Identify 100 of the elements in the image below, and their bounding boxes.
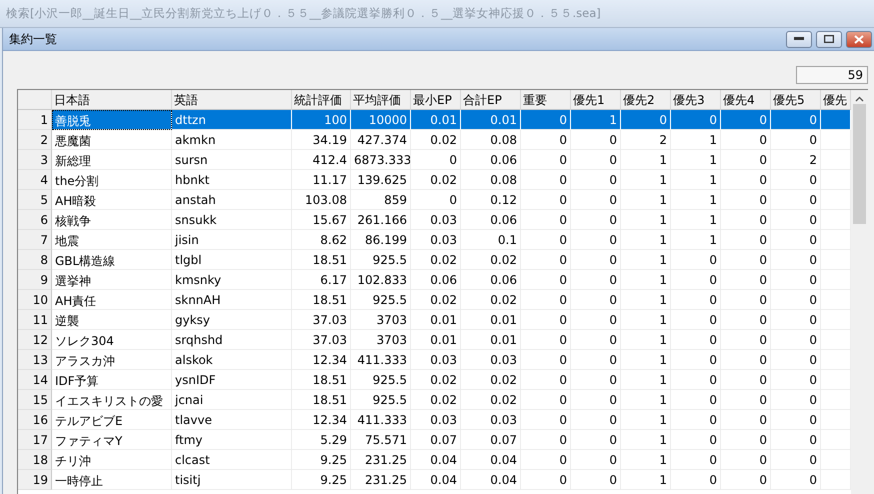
minimize-button[interactable] xyxy=(786,30,812,48)
row-header[interactable]: 6 xyxy=(18,210,52,230)
table-cell: 0 xyxy=(721,330,771,350)
table-cell: 0.07 xyxy=(461,430,521,450)
close-button[interactable] xyxy=(846,30,872,48)
table-cell: 1 xyxy=(621,310,671,330)
table-cell: 0 xyxy=(671,450,721,470)
row-header[interactable]: 16 xyxy=(18,410,52,430)
column-header[interactable]: 優先4 xyxy=(721,90,771,110)
count-field[interactable]: 59 xyxy=(796,66,868,84)
table-cell: 0 xyxy=(671,390,721,410)
maximize-icon xyxy=(824,35,834,43)
vertical-scrollbar[interactable] xyxy=(851,90,868,494)
row-header[interactable]: 19 xyxy=(18,470,52,490)
table-cell: ファティマY xyxy=(52,430,172,450)
table-cell: 0 xyxy=(571,230,621,250)
table-cell: イエスキリストの愛 xyxy=(52,390,172,410)
row-header[interactable]: 17 xyxy=(18,430,52,450)
scroll-thumb[interactable] xyxy=(853,104,866,224)
table-cell: 逆襲 xyxy=(52,310,172,330)
table-cell: 0 xyxy=(721,210,771,230)
row-header[interactable]: 12 xyxy=(18,330,52,350)
table-cell: 15.67 xyxy=(292,210,351,230)
column-header[interactable]: 優先2 xyxy=(621,90,671,110)
column-header[interactable]: 重要 xyxy=(521,90,571,110)
table-cell: 0 xyxy=(521,130,571,150)
table-cell: 102.833 xyxy=(351,270,411,290)
table-cell: 2 xyxy=(621,130,671,150)
table-cell: 0 xyxy=(721,410,771,430)
table-cell: 0.02 xyxy=(411,290,461,310)
table-cell: 0 xyxy=(771,350,821,370)
table-cell: 1 xyxy=(671,170,721,190)
column-header[interactable]: 優先5 xyxy=(771,90,821,110)
close-icon xyxy=(854,34,864,44)
row-header[interactable]: 14 xyxy=(18,370,52,390)
column-header[interactable]: 日本語 xyxy=(52,90,172,110)
row-header[interactable]: 8 xyxy=(18,250,52,270)
column-header[interactable]: 優先3 xyxy=(671,90,721,110)
table-cell: 0 xyxy=(721,250,771,270)
table-cell: 1 xyxy=(621,170,671,190)
maximize-button[interactable] xyxy=(816,30,842,48)
table-cell: 0 xyxy=(671,250,721,270)
row-header[interactable]: 2 xyxy=(18,130,52,150)
table-cell: 427.374 xyxy=(351,130,411,150)
table-cell: the分割 xyxy=(52,170,172,190)
table-cell: 0 xyxy=(521,170,571,190)
table-cell: 0 xyxy=(571,290,621,310)
table-cell: 0.01 xyxy=(461,110,521,130)
scroll-up-icon[interactable] xyxy=(855,96,864,102)
table-cell: 1 xyxy=(621,430,671,450)
table-cell: 6873.333 xyxy=(351,150,411,170)
row-header[interactable]: 4 xyxy=(18,170,52,190)
table-cell: 0 xyxy=(521,210,571,230)
table-cell: アラスカ沖 xyxy=(52,350,172,370)
row-header[interactable]: 11 xyxy=(18,310,52,330)
table-cell: 75.571 xyxy=(351,430,411,450)
table-cell: 0 xyxy=(721,310,771,330)
table-cell: 0.02 xyxy=(461,370,521,390)
row-header[interactable]: 7 xyxy=(18,230,52,250)
table-cell: 0.12 xyxy=(461,190,521,210)
row-header[interactable]: 9 xyxy=(18,270,52,290)
minimize-icon xyxy=(794,37,804,41)
column-header[interactable]: 優先1 xyxy=(571,90,621,110)
row-header[interactable]: 10 xyxy=(18,290,52,310)
table-cell: 0.01 xyxy=(411,310,461,330)
table-cell: 925.5 xyxy=(351,370,411,390)
table-cell: 9.25 xyxy=(292,470,351,490)
table-cell: 1 xyxy=(621,270,671,290)
row-header[interactable]: 3 xyxy=(18,150,52,170)
table-cell: 0 xyxy=(771,430,821,450)
table-cell: 1 xyxy=(621,370,671,390)
column-header[interactable]: 優先 xyxy=(821,90,851,110)
table-cell: 0 xyxy=(571,170,621,190)
table-cell: 0 xyxy=(521,330,571,350)
table-cell: 0 xyxy=(671,110,721,130)
table-cell: 0 xyxy=(721,450,771,470)
column-header[interactable]: 平均評価 xyxy=(351,90,411,110)
table-cell: 0 xyxy=(571,370,621,390)
table-cell: 12.34 xyxy=(292,410,351,430)
table-cell: 0 xyxy=(671,410,721,430)
table-cell: GBL構造線 xyxy=(52,250,172,270)
table-cell: 0 xyxy=(771,370,821,390)
row-header[interactable]: 15 xyxy=(18,390,52,410)
row-header[interactable]: 5 xyxy=(18,190,52,210)
table-cell: 0 xyxy=(571,250,621,270)
row-header[interactable]: 1 xyxy=(18,110,52,130)
table-cell: 0 xyxy=(521,370,571,390)
table-cell: akmkn xyxy=(172,130,292,150)
table-cell: 0.07 xyxy=(411,430,461,450)
table-cell: 0 xyxy=(771,130,821,150)
column-header[interactable]: 統計評価 xyxy=(292,90,351,110)
table-cell: 86.199 xyxy=(351,230,411,250)
table-cell: 核戦争 xyxy=(52,210,172,230)
table-cell: 231.25 xyxy=(351,470,411,490)
row-header[interactable]: 18 xyxy=(18,450,52,470)
column-header[interactable]: 英語 xyxy=(172,90,292,110)
column-header[interactable]: 合計EP xyxy=(461,90,521,110)
table-cell: 0 xyxy=(521,410,571,430)
row-header[interactable]: 13 xyxy=(18,350,52,370)
column-header[interactable]: 最小EP xyxy=(411,90,461,110)
